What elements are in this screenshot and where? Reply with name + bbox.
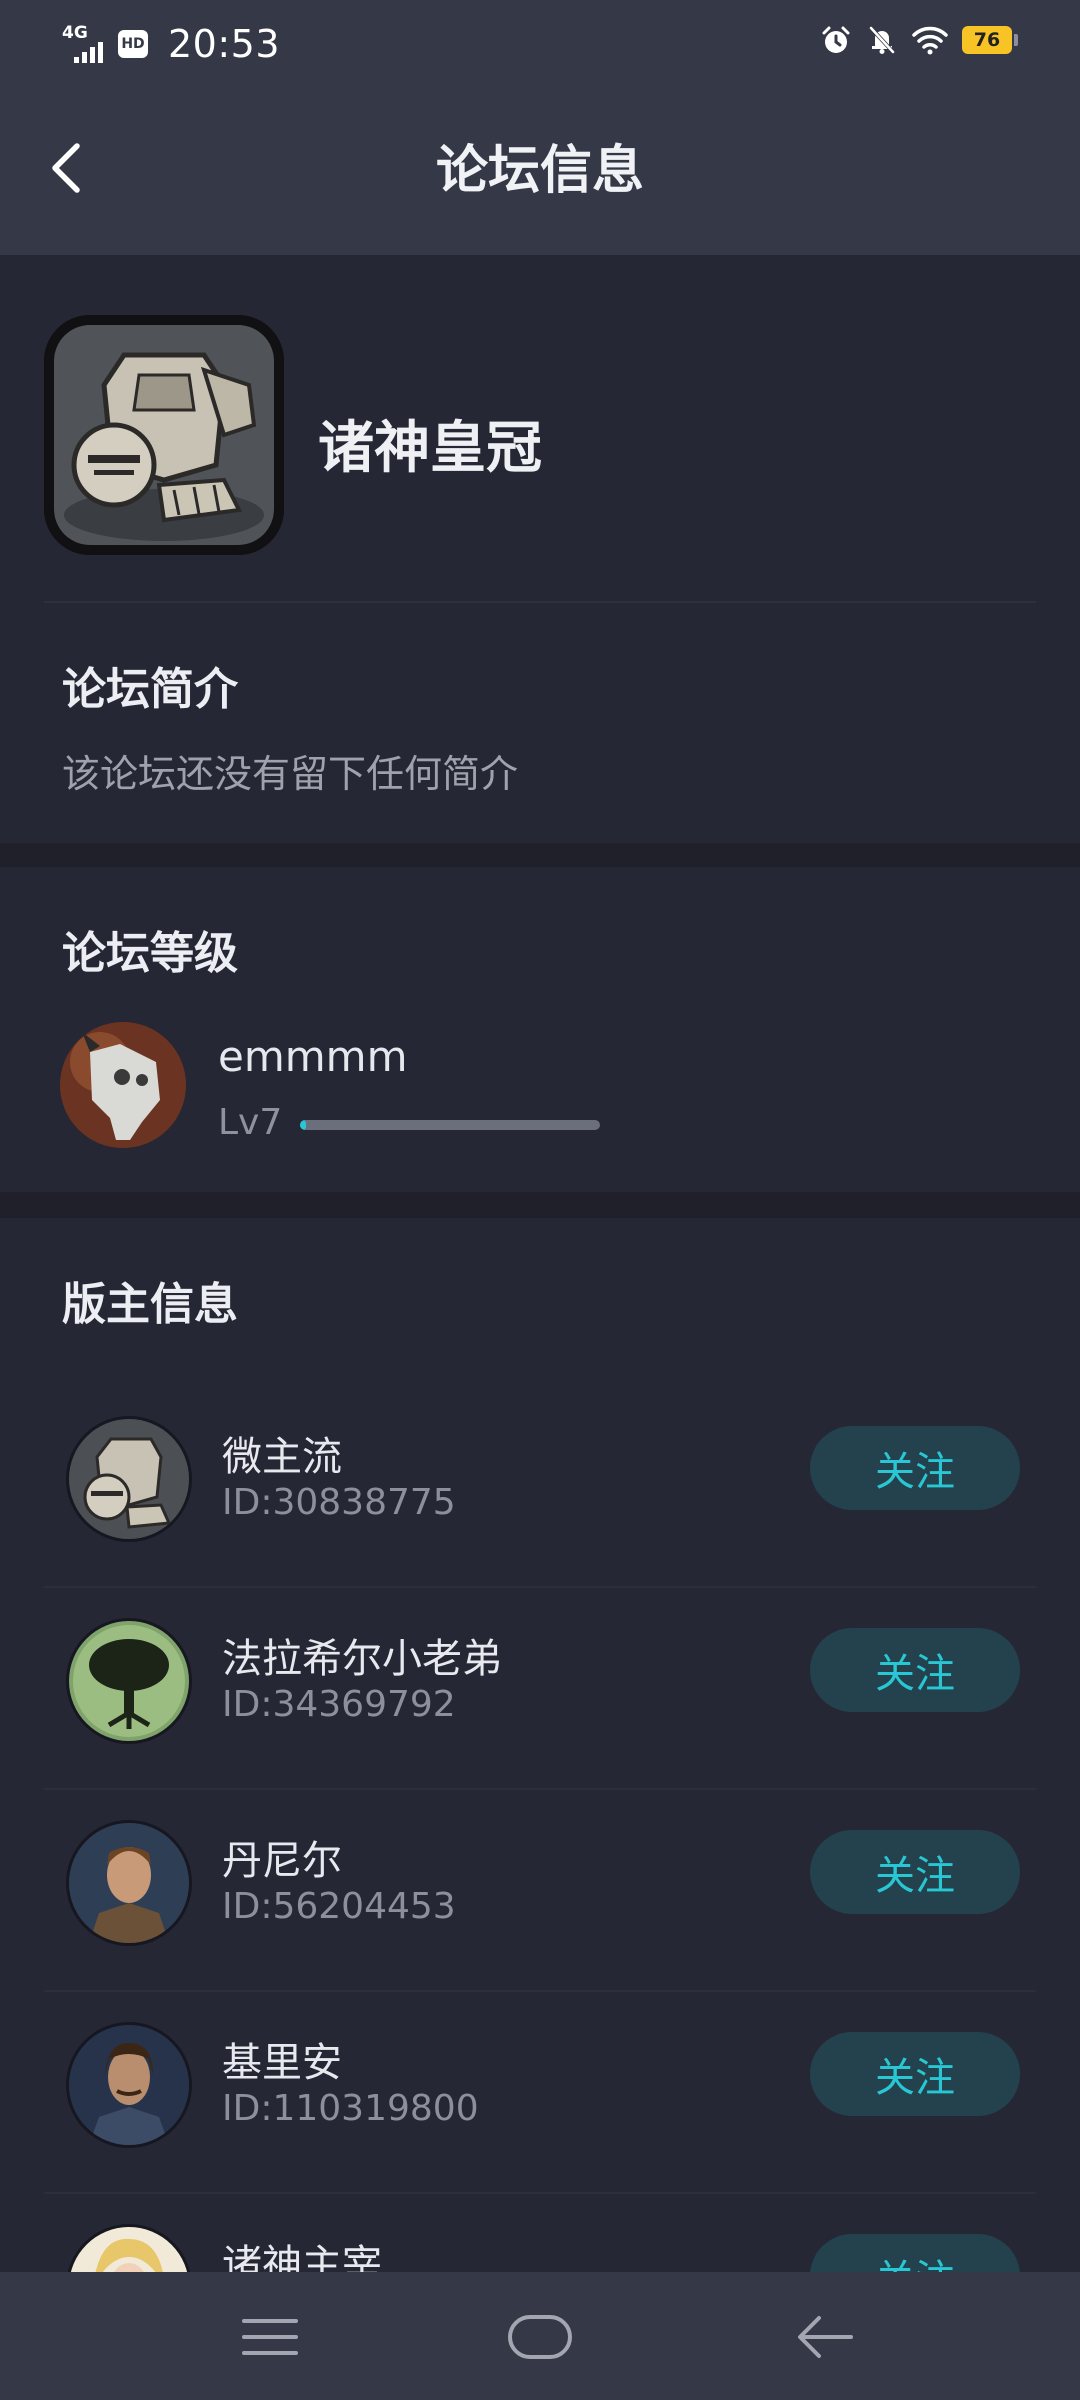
moderator-name: 丹尼尔 [222,1838,342,1884]
home-button[interactable] [500,2302,580,2372]
follow-button[interactable]: 关注 [810,1830,1020,1914]
forum-icon [44,315,284,555]
avatar[interactable] [66,1416,192,1542]
moderator-row: 基里安 ID:110319800 关注 [0,1992,1080,2194]
level-title: 论坛等级 [62,928,238,979]
avatar[interactable] [66,1618,192,1744]
system-nav-bar [0,2272,1080,2400]
menu-button[interactable] [230,2302,310,2372]
level-progress-fill [300,1120,306,1130]
armor-avatar-icon [69,1419,189,1539]
moderator-name: 基里安 [222,2040,342,2086]
level-label: Lv7 [218,1102,283,1143]
moderator-name: 法拉希尔小老弟 [222,1636,502,1682]
hd-badge: HD [118,30,148,58]
moderator-id: ID:56204453 [222,1886,456,1927]
alarm-icon [822,26,850,53]
follow-button[interactable]: 关注 [810,1426,1020,1510]
menu-icon [242,2319,298,2355]
portrait-avatar-icon [69,2025,189,2145]
section-gap [0,843,1080,867]
intro-text: 该论坛还没有留下任何简介 [62,752,519,796]
forum-info-page: 4G HD 20:53 76 论坛信息 诸神皇冠 论坛简介 该论坛还没有留下任何… [0,0,1080,2400]
wifi-icon [912,26,948,55]
avatar[interactable] [66,1820,192,1946]
moderators-section: 版主信息 微主流 ID:30838775 关注 法拉希尔小老弟 ID:34369… [0,1218,1080,2350]
level-section: 论坛等级 emmmm Lv7 [0,867,1080,1192]
divider [44,601,1036,603]
moderator-id: ID:34369792 [222,1684,456,1725]
follow-button[interactable]: 关注 [810,1628,1020,1712]
forum-name: 诸神皇冠 [318,416,542,481]
moderator-id: ID:110319800 [222,2088,479,2129]
moderators-title: 版主信息 [62,1279,238,1330]
header: 4G HD 20:53 76 论坛信息 [0,0,1080,255]
back-arrow-icon [798,2316,853,2358]
forum-summary-section: 诸神皇冠 论坛简介 该论坛还没有留下任何简介 [0,255,1080,843]
page-title: 论坛信息 [435,141,644,201]
status-bar: 4G HD 20:53 76 [0,0,1080,88]
avatar[interactable] [66,2022,192,2148]
system-back-button[interactable] [785,2302,865,2372]
portrait-avatar-icon [69,1823,189,1943]
moderator-name: 微主流 [222,1434,342,1480]
section-gap [0,1192,1080,1218]
follow-button[interactable]: 关注 [810,2032,1020,2116]
mute-bell-icon [869,26,895,54]
battery-level: 76 [962,26,1012,54]
battery-icon: 76 [962,26,1018,54]
moderator-row: 微主流 ID:30838775 关注 [0,1386,1080,1588]
plague-mask-avatar-icon [60,1022,186,1148]
moderator-row: 丹尼尔 ID:56204453 关注 [0,1790,1080,1992]
signal-icon: 4G [62,25,108,63]
level-username: emmmm [218,1032,408,1081]
level-progress-bar [300,1120,600,1130]
status-left: 4G HD 20:53 [62,22,280,66]
moderator-id: ID:30838775 [222,1482,456,1523]
network-type: 4G [62,23,88,43]
intro-title: 论坛简介 [62,664,238,715]
tree-avatar-icon [69,1621,189,1741]
armor-icon [44,315,284,555]
status-time: 20:53 [168,22,281,66]
moderator-row: 法拉希尔小老弟 ID:34369792 关注 [0,1588,1080,1790]
avatar[interactable] [60,1022,186,1148]
nav-bar: 论坛信息 [0,88,1080,255]
home-icon [508,2315,572,2359]
status-right: 76 [820,24,1018,56]
